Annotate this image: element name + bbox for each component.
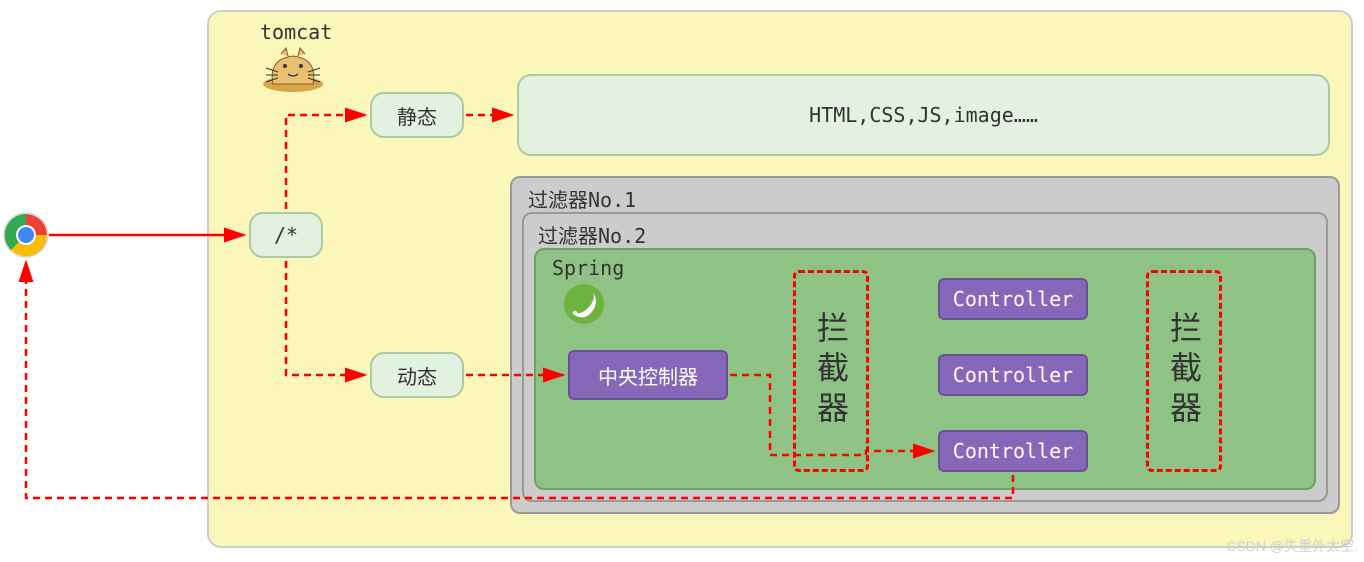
interceptor-2-label: 拦截器 [1161,311,1207,431]
tomcat-icon [258,44,328,94]
static-content-label: HTML,CSS,JS,image…… [809,103,1038,127]
interceptor-1-label: 拦截器 [808,311,854,431]
controller-3-label: Controller [953,439,1073,463]
watermark: CSDN @失重外太空. [1226,536,1358,556]
static-label: 静态 [397,101,437,130]
filter-1-label: 过滤器No.1 [528,184,636,213]
interceptor-1: 拦截器 [793,270,869,472]
spring-label: Spring [552,256,624,280]
controller-2: Controller [938,354,1088,396]
static-content-box: HTML,CSS,JS,image…… [517,74,1330,156]
chrome-icon [3,212,49,258]
dispatcher-label: 中央控制器 [598,361,698,390]
tomcat-label: tomcat [260,20,332,44]
controller-1: Controller [938,278,1088,320]
interceptor-2: 拦截器 [1146,270,1222,472]
controller-1-label: Controller [953,287,1073,311]
static-node: 静态 [370,92,464,138]
controller-3: Controller [938,430,1088,472]
spring-icon [562,282,606,326]
dispatcher-node: 中央控制器 [568,350,728,400]
controller-2-label: Controller [953,363,1073,387]
router-label: /* [274,223,298,247]
dynamic-label: 动态 [397,361,437,390]
filter-2-label: 过滤器No.2 [538,220,646,249]
router-node: /* [249,212,323,258]
dynamic-node: 动态 [370,352,464,398]
